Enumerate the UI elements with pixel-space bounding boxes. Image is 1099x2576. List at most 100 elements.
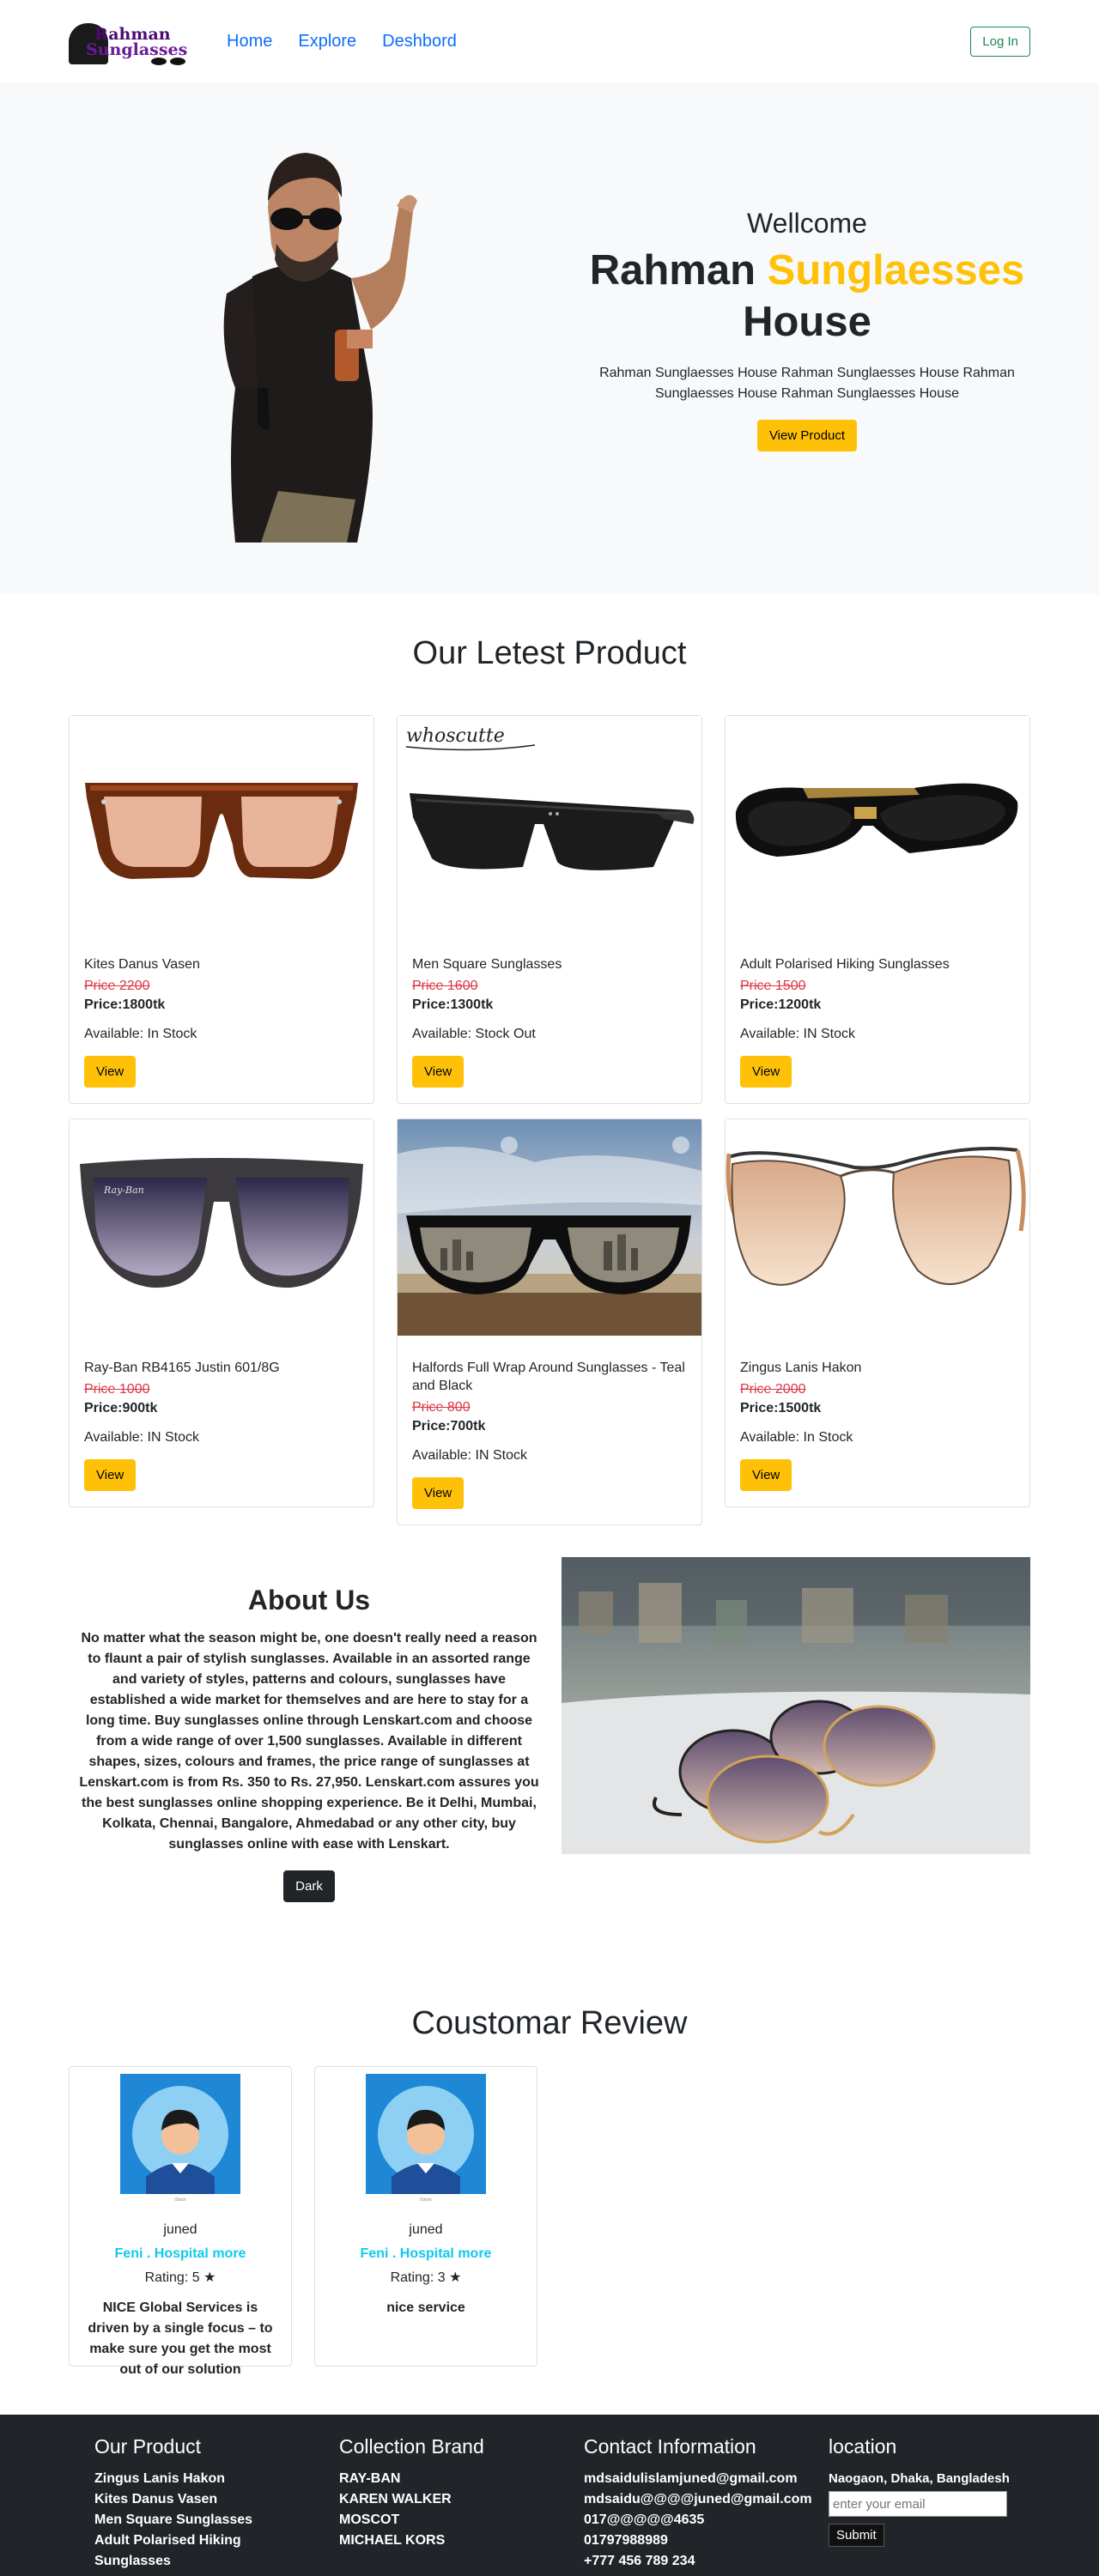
product-card: Zingus Lanis Hakon Price 2000 Price:1500…: [725, 1118, 1030, 1507]
footer-product-item[interactable]: Kites Danus Vasen: [94, 2489, 339, 2510]
product-price: Price:900tk: [84, 1401, 158, 1415]
hero-text: Wellcome Rahman Sunglaesses House Rahman…: [584, 208, 1030, 452]
hero-section: Wellcome Rahman Sunglaesses House Rahman…: [0, 82, 1099, 594]
product-price: Price:1300tk: [412, 997, 494, 1012]
product-image-aviator-sunglasses: [726, 1119, 1029, 1336]
review-rating: Rating: 3 ★: [315, 2269, 537, 2286]
product-name: Ray-Ban RB4165 Justin 601/8G: [84, 1361, 280, 1375]
contact-phone: 01797988989: [584, 2533, 668, 2548]
view-button[interactable]: View: [412, 1477, 464, 1509]
submit-button[interactable]: Submit: [829, 2524, 884, 2547]
reviewer-name: juned: [409, 2222, 443, 2237]
footer-contact-title: Contact Information: [584, 2435, 756, 2458]
product-availability: Available: In Stock: [84, 1027, 197, 1041]
review-card: iStock juned Feni . Hospital more Rating…: [314, 2066, 537, 2367]
product-availability: Available: In Stock: [740, 1430, 853, 1445]
footer-brand-item[interactable]: RAY-BAN: [339, 2469, 584, 2489]
contact-email: mdsaidu@@@@juned@gmail.com: [584, 2492, 812, 2506]
about-section: About Us No matter what the season might…: [0, 1557, 1099, 1902]
dark-button[interactable]: Dark: [283, 1870, 335, 1902]
footer-location: location Naogaon, Dhaka, Bangladesh Subm…: [829, 2435, 1026, 2572]
product-price: Price:1200tk: [740, 997, 822, 1012]
contact-email: mdsaidulislamjuned@gmail.com: [584, 2471, 798, 2486]
review-text: nice service: [386, 2300, 465, 2315]
star-icon: ★: [203, 2270, 216, 2285]
product-old-price: Price 1600: [412, 979, 478, 993]
brand-logo[interactable]: Rahman Sunglasses: [69, 13, 197, 70]
product-old-price: Price 2200: [84, 979, 150, 993]
view-button[interactable]: View: [740, 1056, 792, 1088]
footer-product-item[interactable]: Adult Polarised Hiking Sunglasses: [94, 2531, 249, 2572]
product-image-city-view-glasses: [398, 1119, 701, 1336]
footer-product-item[interactable]: Zingus Lanis Hakon: [94, 2469, 339, 2489]
navbar: Rahman Sunglasses Home Explore Deshbord …: [0, 0, 1099, 82]
nav-link-home[interactable]: Home: [227, 32, 272, 52]
footer-brands: Collection Brand RAY-BAN KAREN WALKER MO…: [339, 2435, 584, 2572]
footer-product-item[interactable]: Men Square Sunglasses: [94, 2510, 339, 2531]
view-button[interactable]: View: [740, 1459, 792, 1491]
about-text-block: About Us No matter what the season might…: [69, 1557, 550, 1902]
products-title: Our Letest Product: [412, 635, 687, 671]
watermark-logo: whoscutte: [406, 725, 505, 747]
logo-text-line2: Sunglasses: [86, 40, 188, 59]
footer-products-title: Our Product: [94, 2435, 201, 2458]
product-availability: Available: Stock Out: [412, 1027, 536, 1041]
location-address: Naogaon, Dhaka, Bangladesh: [829, 2471, 1010, 2486]
product-card: Halfords Full Wrap Around Sunglasses - T…: [397, 1118, 702, 1525]
reviews-section: Coustomar Review iStock juned Feni . Hos…: [0, 2005, 1099, 2377]
review-rating: Rating: 5 ★: [70, 2269, 291, 2286]
hero-title-part1: Rahman: [589, 247, 756, 294]
reviewer-location: Feni . Hospital more: [360, 2246, 492, 2261]
hero-title-part2: House: [743, 299, 871, 345]
footer-brand-item[interactable]: KAREN WALKER: [339, 2489, 584, 2510]
footer-location-title: location: [829, 2435, 897, 2458]
reviewer-name: juned: [163, 2222, 197, 2237]
contact-phone: 017@@@@@4635: [584, 2512, 705, 2527]
hero-welcome: Wellcome: [747, 208, 867, 239]
hero-description: Rahman Sunglaesses House Rahman Sunglaes…: [599, 366, 1015, 401]
product-card: Adult Polarised Hiking Sunglasses Price …: [725, 715, 1030, 1104]
footer-contact: Contact Information mdsaidulislamjuned@g…: [584, 2435, 829, 2572]
product-name: Halfords Full Wrap Around Sunglasses - T…: [412, 1361, 685, 1393]
email-input[interactable]: [829, 2491, 1007, 2517]
nav-links: Home Explore Deshbord: [227, 32, 483, 52]
footer: Our Product Zingus Lanis Hakon Kites Dan…: [0, 2415, 1099, 2576]
product-image-hiking-sunglasses: [726, 716, 1029, 932]
product-old-price: Price 1500: [740, 979, 806, 993]
footer-brand-item[interactable]: MICHAEL KORS: [339, 2531, 584, 2551]
product-image-tortoise-sunglasses: [70, 716, 373, 932]
product-availability: Available: IN Stock: [740, 1027, 855, 1041]
user-avatar: iStock: [120, 2074, 240, 2203]
review-text: NICE Global Services is driven by a sing…: [88, 2300, 273, 2377]
about-title: About Us: [247, 1585, 371, 1615]
product-name: Kites Danus Vasen: [84, 957, 200, 972]
product-availability: Available: IN Stock: [412, 1448, 527, 1463]
view-button[interactable]: View: [84, 1459, 137, 1491]
nav-link-dashboard[interactable]: Deshbord: [382, 32, 457, 52]
hero-title-highlight: Sunglaesses: [767, 247, 1025, 294]
hero-model-image: [223, 153, 417, 542]
login-button[interactable]: Log In: [970, 26, 1030, 57]
product-name: Adult Polarised Hiking Sunglasses: [740, 957, 950, 972]
review-card: iStock juned Feni . Hospital more Rating…: [69, 2066, 292, 2377]
rating-label: Rating: 5: [144, 2270, 200, 2285]
reviewer-location: Feni . Hospital more: [114, 2246, 246, 2261]
contact-phone: +777 456 789 234: [584, 2554, 695, 2568]
user-avatar: iStock: [366, 2074, 486, 2203]
product-card: Ray-Ban Ray-Ban RB4165 Justin 601/8G Pri…: [69, 1118, 374, 1507]
footer-brand-item[interactable]: MOSCOT: [339, 2510, 584, 2531]
view-button[interactable]: View: [84, 1056, 137, 1088]
star-icon: ★: [449, 2270, 462, 2285]
product-old-price: Price 800: [412, 1400, 471, 1415]
products-section: Our Letest Product Kites Danus Vasen Pri…: [0, 635, 1099, 1540]
product-name: Zingus Lanis Hakon: [740, 1361, 862, 1375]
product-card: Kites Danus Vasen Price 2200 Price:1800t…: [69, 715, 374, 1104]
footer-brands-title: Collection Brand: [339, 2435, 484, 2458]
footer-products: Our Product Zingus Lanis Hakon Kites Dan…: [94, 2435, 339, 2572]
product-name: Men Square Sunglasses: [412, 957, 562, 972]
product-image-rayban-justin: Ray-Ban: [70, 1119, 373, 1336]
view-product-button[interactable]: View Product: [756, 420, 858, 452]
nav-link-explore[interactable]: Explore: [298, 32, 356, 52]
view-button[interactable]: View: [412, 1056, 464, 1088]
hero-title: Rahman Sunglaesses House: [584, 245, 1030, 348]
